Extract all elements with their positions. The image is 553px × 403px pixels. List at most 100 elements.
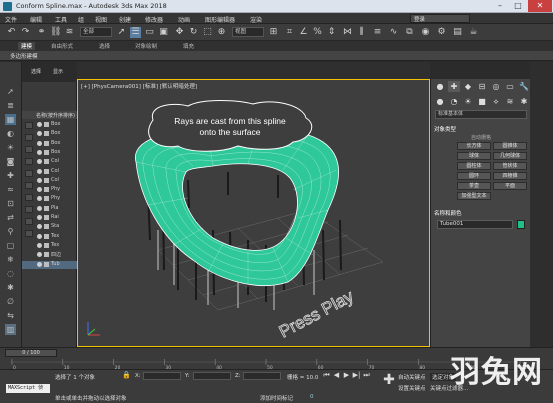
explorer-side-button[interactable] <box>25 170 33 177</box>
login-dropdown[interactable]: 登录 <box>410 14 470 23</box>
explorer-side-button[interactable] <box>25 134 33 141</box>
display-filter-icon[interactable]: ◐ <box>5 128 16 139</box>
visibility-eye-icon[interactable] <box>37 252 42 258</box>
rect-selection-icon[interactable]: ▭ <box>144 27 155 38</box>
cameras-icon[interactable]: ■ <box>476 96 488 107</box>
next-frame-icon[interactable]: ▶| <box>352 371 361 380</box>
visibility-eye-icon[interactable] <box>37 224 42 230</box>
close-button[interactable]: ✕ <box>528 0 552 12</box>
camera-filter-icon[interactable]: ◙ <box>5 156 16 167</box>
visibility-eye-icon[interactable] <box>37 261 42 267</box>
mirror-icon[interactable]: ⋈ <box>342 27 353 38</box>
visibility-eye-icon[interactable] <box>37 177 42 183</box>
minimize-button[interactable]: – <box>491 0 509 12</box>
primitive-button[interactable]: 圆环 <box>457 172 491 180</box>
all-filter-icon[interactable]: ✱ <box>5 282 16 293</box>
window-crossing-icon[interactable]: ▣ <box>158 27 169 38</box>
visibility-eye-icon[interactable] <box>37 159 42 165</box>
hidden-filter-icon[interactable]: ◌ <box>5 268 16 279</box>
menu-animation[interactable]: 动画 <box>178 15 190 24</box>
tab-modeling[interactable]: 建模 <box>18 42 36 50</box>
helper-filter-icon[interactable]: ✚ <box>5 170 16 181</box>
render-setup-icon[interactable]: ⚙ <box>436 27 447 38</box>
menu-create[interactable]: 创建 <box>119 15 131 24</box>
xref-filter-icon[interactable]: ⇄ <box>5 212 16 223</box>
workspace-icon[interactable]: ▥ <box>5 324 16 335</box>
explorer-side-button[interactable] <box>25 194 33 201</box>
object-name-field[interactable]: Tube001 <box>437 220 513 229</box>
primitive-button[interactable]: 平面 <box>493 182 527 190</box>
visibility-eye-icon[interactable] <box>37 215 42 220</box>
visibility-eye-icon[interactable] <box>37 196 42 202</box>
primitive-category-dropdown[interactable]: 标准基本体 <box>435 110 527 119</box>
modify-tab-icon[interactable]: ◆ <box>462 81 474 92</box>
explorer-column-header[interactable]: 名称(按升序排序) <box>22 111 77 119</box>
menu-group[interactable]: 组 <box>78 15 84 24</box>
pivot-icon[interactable]: ⊞ <box>268 27 279 38</box>
previous-frame-icon[interactable]: ◀ <box>332 371 341 380</box>
systems-icon[interactable]: ✱ <box>518 96 530 107</box>
explorer-side-button[interactable] <box>25 230 33 237</box>
move-icon[interactable]: ✥ <box>174 27 185 38</box>
ribbon-panel-label[interactable]: 多边形建模 <box>10 52 38 60</box>
name-color-rollout-title[interactable]: 名称和颜色 <box>434 209 462 217</box>
tab-freeform[interactable]: 自由形式 <box>48 42 76 50</box>
visibility-eye-icon[interactable] <box>37 131 42 137</box>
maxscript-listener[interactable]: MAXScript 侦 <box>6 384 50 393</box>
scene-explorer-icon[interactable]: ▦ <box>5 114 16 125</box>
explorer-tab-select[interactable]: 选择 <box>31 68 41 75</box>
shapes-icon[interactable]: ◔ <box>448 96 460 107</box>
x-coord-field[interactable] <box>143 372 181 380</box>
spacewarp-filter-icon[interactable]: ≈ <box>5 184 16 195</box>
auto-key-button[interactable]: 自动关键点 <box>398 373 426 381</box>
angle-snap-icon[interactable]: ∠ <box>298 27 309 38</box>
light-filter-icon[interactable]: ☀ <box>5 142 16 153</box>
object-color-swatch[interactable] <box>517 220 525 229</box>
motion-tab-icon[interactable]: ◎ <box>490 81 502 92</box>
invert-filter-icon[interactable]: ⇆ <box>5 310 16 321</box>
primitive-button[interactable]: 圆柱体 <box>457 162 491 170</box>
explorer-side-button[interactable] <box>25 146 33 153</box>
visibility-eye-icon[interactable] <box>37 122 42 127</box>
bind-icon[interactable]: ≋ <box>64 27 75 38</box>
primitive-button[interactable]: 球体 <box>457 152 491 160</box>
schematic-icon[interactable]: ⧉ <box>404 27 415 38</box>
lock-selection-icon[interactable]: 🔒 <box>122 371 131 380</box>
select-object-icon[interactable]: ➚ <box>116 27 127 38</box>
explorer-tab-display[interactable]: 显示 <box>53 68 63 75</box>
material-editor-icon[interactable]: ◉ <box>420 27 431 38</box>
spinner-snap-icon[interactable]: ⇕ <box>326 27 337 38</box>
primitive-button[interactable]: 几何球体 <box>493 152 527 160</box>
visibility-eye-icon[interactable] <box>37 205 42 211</box>
menu-views[interactable]: 视图 <box>95 15 107 24</box>
curve-editor-icon[interactable]: ∿ <box>388 27 399 38</box>
tab-object-paint[interactable]: 对象绘制 <box>132 42 160 50</box>
menu-graph-editors[interactable]: 图形编辑器 <box>205 15 235 24</box>
redo-icon[interactable]: ↷ <box>20 27 31 38</box>
group-filter-icon[interactable]: ⊡ <box>5 198 16 209</box>
primitive-button[interactable]: 长方体 <box>457 142 491 150</box>
link-icon[interactable]: ⚭ <box>36 27 47 38</box>
none-filter-icon[interactable]: ∅ <box>5 296 16 307</box>
utilities-tab-icon[interactable]: 🔧 <box>518 81 530 92</box>
visibility-eye-icon[interactable] <box>37 140 42 146</box>
z-coord-field[interactable] <box>243 372 281 380</box>
create-tab-icon[interactable]: ● <box>434 81 446 92</box>
scale-icon[interactable]: ⬚ <box>202 27 213 38</box>
visibility-eye-icon[interactable] <box>37 187 42 193</box>
explorer-side-button[interactable] <box>25 218 33 225</box>
explorer-side-button[interactable] <box>25 158 33 165</box>
hierarchy-tab-icon[interactable]: ⊟ <box>476 81 488 92</box>
menu-modifiers[interactable]: 修改器 <box>145 15 163 24</box>
percent-snap-icon[interactable]: % <box>312 27 323 38</box>
tab-selection[interactable]: 选择 <box>96 42 113 50</box>
maximize-button[interactable]: □ <box>509 0 527 12</box>
placement-icon[interactable]: ⊕ <box>216 27 227 38</box>
perspective-viewport[interactable]: [+] [PhysCamera001] [标准] [默认明暗处理] Rays a… <box>77 79 430 347</box>
menu-file[interactable]: 文件 <box>5 15 17 24</box>
autogrid-checkbox[interactable]: 自动栅格 <box>471 134 491 141</box>
layer-explorer-icon[interactable]: ≡ <box>372 27 383 38</box>
play-icon[interactable]: ▶ <box>342 371 351 380</box>
go-to-end-icon[interactable]: ⏭ <box>362 371 371 380</box>
frozen-filter-icon[interactable]: ❄ <box>5 254 16 265</box>
